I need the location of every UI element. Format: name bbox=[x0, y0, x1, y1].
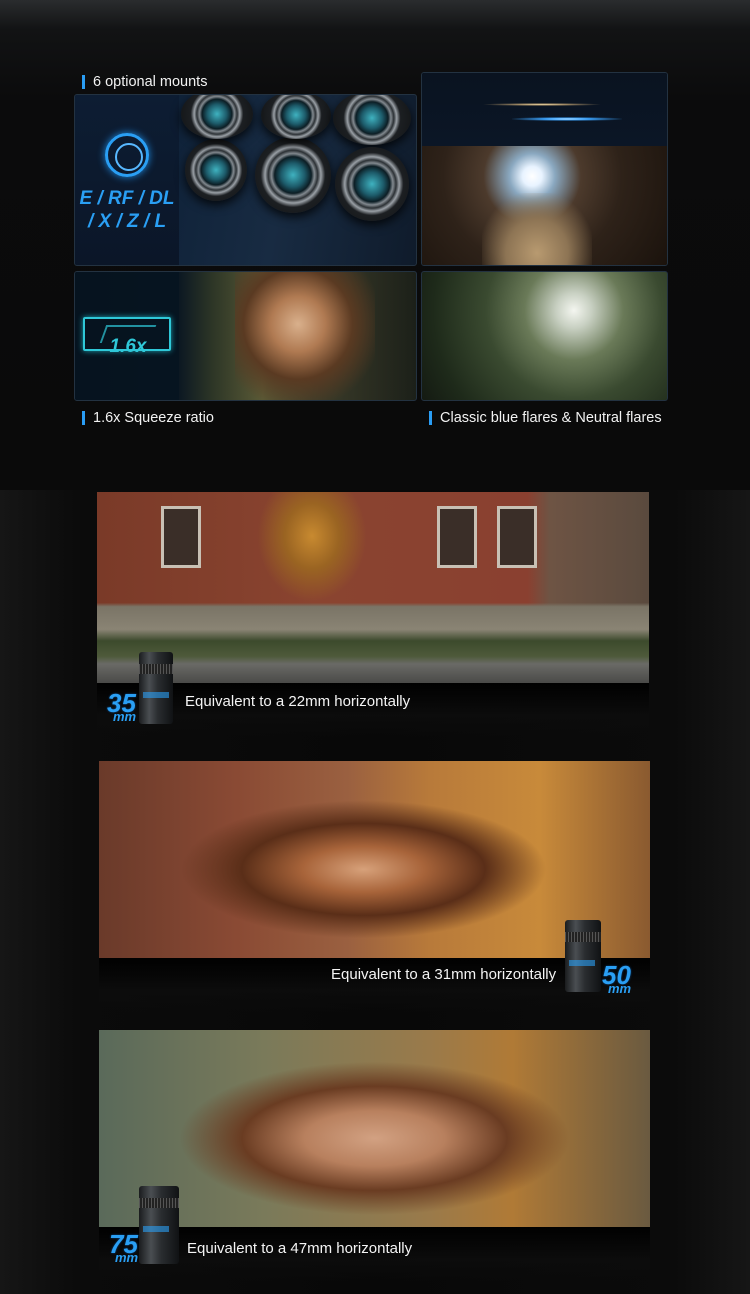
lens-35mm-image bbox=[139, 652, 173, 724]
lens-mount-image bbox=[255, 137, 331, 213]
lens-50mm-image bbox=[565, 920, 601, 992]
lens-75mm-image bbox=[139, 1186, 179, 1264]
caption-strip bbox=[97, 683, 649, 737]
focal-badge-75: 75 mm bbox=[109, 1231, 138, 1264]
portrait-close-photo bbox=[99, 1030, 650, 1227]
building-window bbox=[437, 506, 477, 568]
blue-flare-tile bbox=[421, 72, 668, 266]
building-window bbox=[497, 506, 537, 568]
speaker-figure bbox=[482, 193, 592, 265]
mounts-list-line2: / X / Z / L bbox=[87, 211, 167, 232]
mounts-info-panel: E / RF / DL / X / Z / L bbox=[75, 95, 179, 265]
focal-badge-35: 35 mm bbox=[107, 690, 136, 723]
flares-caption: Classic blue flares & Neutral flares bbox=[429, 409, 669, 428]
equivalent-text-75: Equivalent to a 47mm horizontally bbox=[187, 1240, 413, 1257]
squeeze-ratio-badge: 1.6x bbox=[109, 336, 147, 357]
building-window bbox=[161, 506, 201, 568]
equivalent-text-50: Equivalent to a 31mm horizontally bbox=[331, 966, 557, 983]
rotating-ring-icon bbox=[105, 133, 149, 177]
neutral-flare-tile bbox=[421, 271, 668, 401]
equivalent-text-35: Equivalent to a 22mm horizontally bbox=[185, 693, 411, 710]
lens-mount-image bbox=[181, 95, 253, 139]
lens-mount-image bbox=[335, 147, 409, 221]
mounts-tile: E / RF / DL / X / Z / L bbox=[74, 94, 417, 266]
lens-mount-group-image bbox=[181, 95, 416, 265]
mounts-caption: 6 optional mounts bbox=[82, 73, 207, 92]
squeeze-caption: 1.6x Squeeze ratio bbox=[82, 409, 214, 428]
autumn-tree bbox=[257, 492, 367, 602]
lens-mount-image bbox=[333, 95, 411, 145]
focal-badge-50: 50 mm bbox=[602, 962, 631, 995]
mounts-list-line1: E / RF / DL bbox=[79, 188, 175, 209]
neutral-flare-streak bbox=[482, 103, 602, 106]
flare-sample-strip bbox=[422, 73, 667, 146]
squeeze-tile: 1.6x bbox=[74, 271, 417, 401]
woman-on-phone-photo bbox=[235, 272, 375, 400]
lens-mount-image bbox=[185, 139, 247, 201]
squeeze-info-panel: 1.6x bbox=[75, 272, 179, 400]
blue-flare-streak bbox=[512, 117, 622, 121]
street-scene-photo bbox=[97, 492, 649, 683]
lens-mount-image bbox=[261, 95, 331, 139]
